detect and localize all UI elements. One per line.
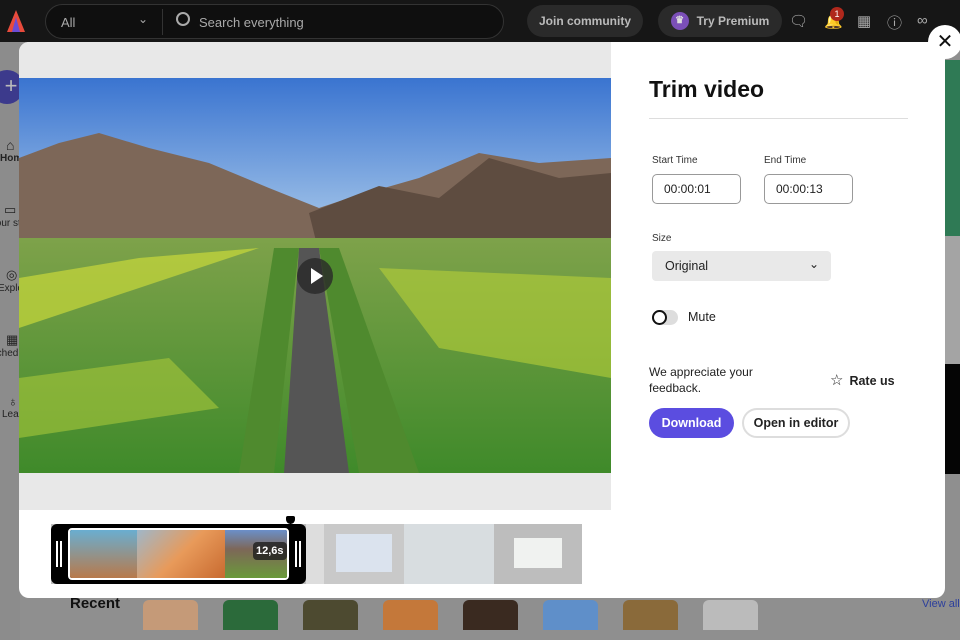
sidebar-item-home[interactable]: ⌂Home xyxy=(0,137,20,164)
chevron-down-icon[interactable]: ⌄ xyxy=(138,12,148,26)
sidebar-item-explore[interactable]: ◎Explore xyxy=(0,267,20,294)
rate-us-label: Rate us xyxy=(849,374,895,388)
try-premium-label: Try Premium xyxy=(696,14,770,28)
video-preview[interactable] xyxy=(19,78,611,473)
rate-us-button[interactable]: ☆ Rate us xyxy=(830,371,895,389)
search-scope[interactable]: All xyxy=(61,15,75,30)
play-button[interactable] xyxy=(297,258,333,294)
toggle-knob xyxy=(652,310,667,325)
adobe-express-logo[interactable] xyxy=(6,9,26,33)
chat-icon[interactable]: 🗨 xyxy=(789,12,808,30)
recent-item[interactable] xyxy=(543,600,598,630)
feedback-text: We appreciate your feedback. xyxy=(649,365,753,395)
size-label: Size xyxy=(652,233,672,244)
close-icon[interactable]: ✕ xyxy=(928,25,960,59)
divider xyxy=(162,9,163,35)
folder-icon: ▭ xyxy=(4,202,17,217)
trim-start-handle[interactable] xyxy=(56,541,62,567)
trim-selection[interactable]: 12,6s xyxy=(51,524,306,584)
sidebar: + ⌂Home ▭Your stuff ◎Explore ▦Schedule ♁… xyxy=(0,42,20,640)
join-community-button[interactable]: Join community xyxy=(527,5,643,37)
crown-icon: ♛ xyxy=(670,12,689,30)
star-icon: ☆ xyxy=(830,372,844,389)
divider xyxy=(649,118,908,119)
end-time-label: End Time xyxy=(764,155,807,166)
duration-label: 12,6s xyxy=(253,542,287,560)
recent-thumbnails xyxy=(143,600,758,630)
top-bar: All ⌄ Search everything Join community ♛… xyxy=(0,0,960,42)
chevron-down-icon: ⌄ xyxy=(808,257,819,271)
recent-item[interactable] xyxy=(383,600,438,630)
size-select[interactable]: Original ⌄ xyxy=(652,251,831,281)
recent-item[interactable] xyxy=(303,600,358,630)
create-button[interactable]: + xyxy=(0,70,20,104)
trim-end-handle[interactable] xyxy=(295,541,301,567)
try-premium-button[interactable]: ♛ Try Premium xyxy=(658,5,782,37)
recent-item[interactable] xyxy=(703,600,758,630)
trim-timeline[interactable]: 12,6s xyxy=(51,516,582,584)
background-content xyxy=(945,60,960,474)
sidebar-item-your-stuff[interactable]: ▭Your stuff xyxy=(0,202,20,229)
search-input[interactable]: Search everything xyxy=(199,15,304,30)
recent-item[interactable] xyxy=(223,600,278,630)
mute-label: Mute xyxy=(688,310,716,324)
trim-video-dialog: 12,6s Trim video Start Time 00:00:01 End… xyxy=(19,42,945,598)
explore-icon: ◎ xyxy=(6,267,18,282)
end-time-input[interactable]: 00:00:13 xyxy=(764,174,853,204)
apps-grid-icon[interactable]: ▦ xyxy=(857,12,871,30)
sidebar-item-schedule[interactable]: ▦Schedule xyxy=(0,332,20,359)
mute-toggle[interactable] xyxy=(652,310,678,325)
video-stage xyxy=(19,42,611,510)
search-bar[interactable]: All ⌄ Search everything xyxy=(45,4,504,39)
recent-item[interactable] xyxy=(143,600,198,630)
open-in-editor-button[interactable]: Open in editor xyxy=(742,408,850,438)
notification-badge: 1 xyxy=(830,7,844,21)
size-value: Original xyxy=(665,259,709,273)
calendar-icon: ▦ xyxy=(6,332,19,347)
start-time-input[interactable]: 00:00:01 xyxy=(652,174,741,204)
playhead[interactable] xyxy=(286,516,295,584)
start-time-label: Start Time xyxy=(652,155,698,166)
search-icon xyxy=(176,12,190,26)
recent-item[interactable] xyxy=(623,600,678,630)
creative-cloud-icon[interactable]: ∞ xyxy=(917,12,928,29)
home-icon: ⌂ xyxy=(6,137,15,153)
dialog-title: Trim video xyxy=(649,76,765,102)
help-icon[interactable]: ⓘ xyxy=(887,12,902,33)
sidebar-item-learn[interactable]: ♁Learn xyxy=(2,394,20,420)
recent-item[interactable] xyxy=(463,600,518,630)
view-all-link[interactable]: View all xyxy=(922,598,960,610)
download-button[interactable]: Download xyxy=(649,408,734,438)
